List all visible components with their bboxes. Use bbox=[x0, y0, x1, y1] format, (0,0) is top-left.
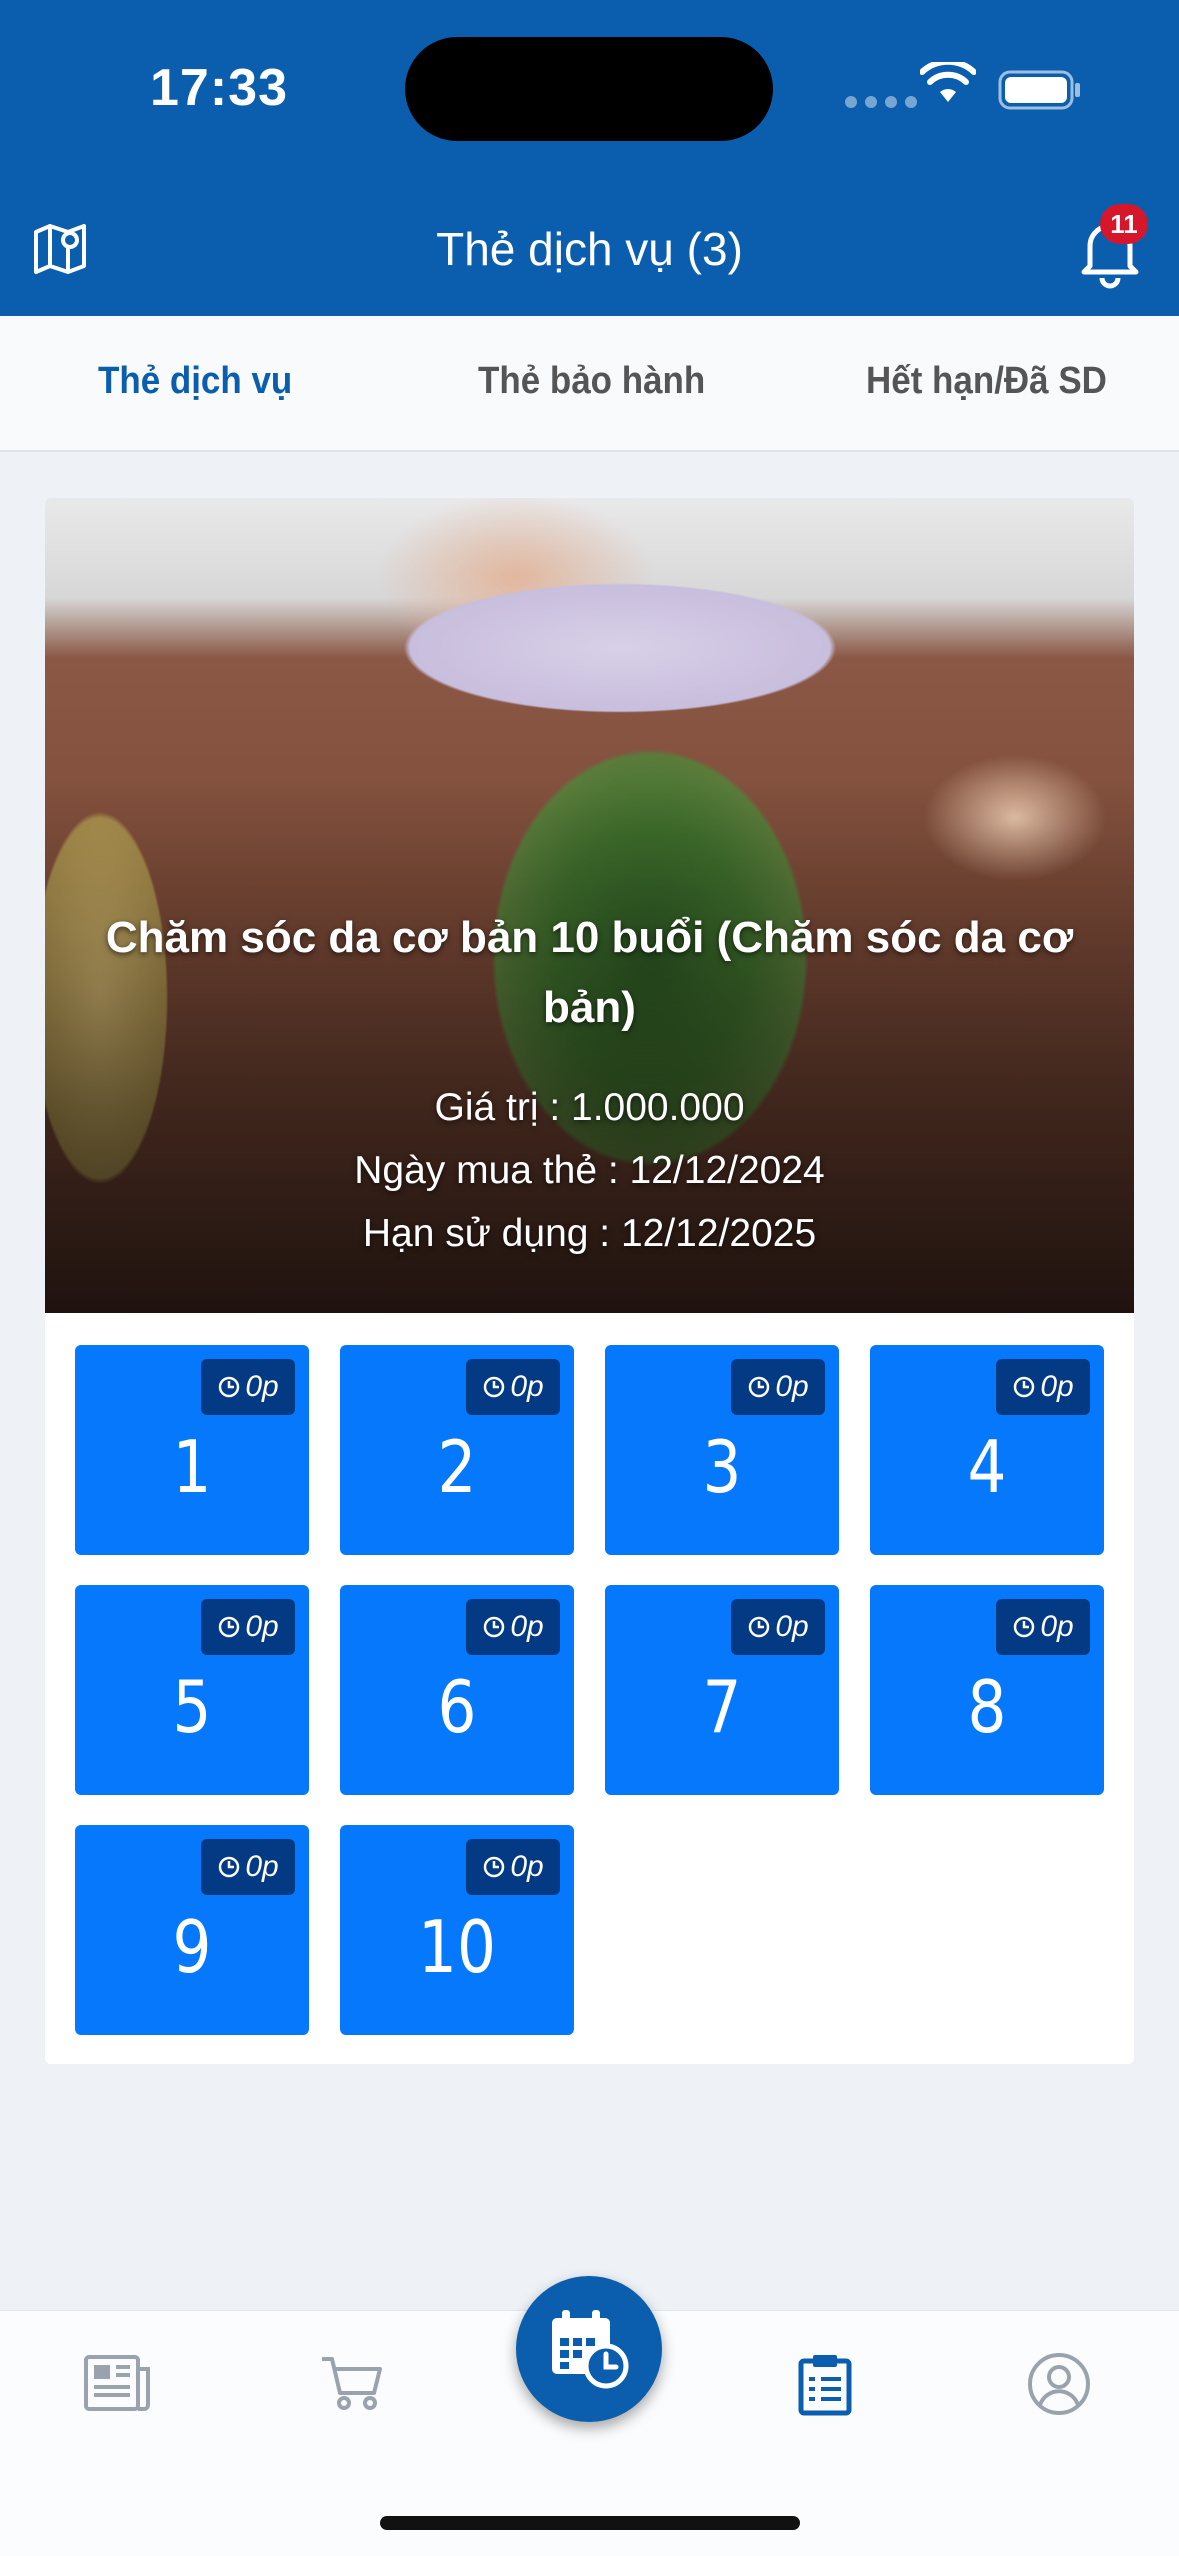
wifi-icon bbox=[920, 62, 976, 102]
session-duration: 0p bbox=[245, 1610, 279, 1643]
status-time: 17:33 bbox=[150, 59, 288, 117]
session-duration: 0p bbox=[245, 1850, 279, 1883]
session-duration: 0p bbox=[245, 1370, 279, 1403]
clipboard-icon[interactable] bbox=[795, 2351, 855, 2417]
session-duration: 0p bbox=[510, 1610, 544, 1643]
notification-badge: 11 bbox=[1100, 204, 1148, 244]
session-duration-badge: 0p bbox=[201, 1359, 295, 1415]
card-expiry-date: Hạn sử dụng : 12/12/2025 bbox=[362, 1212, 817, 1255]
session-number: 7 bbox=[702, 1665, 742, 1749]
app-root: 17:33 Thẻ dịch vụ (3) 11 Thẻ dịch vụ Thẻ… bbox=[0, 0, 1179, 2556]
tab-bar: Thẻ dịch vụ Thẻ bảo hành Hết hạn/Đã SD bbox=[0, 316, 1179, 452]
session-number: 10 bbox=[418, 1905, 496, 1989]
session-number: 2 bbox=[437, 1425, 477, 1509]
session-number: 5 bbox=[172, 1665, 212, 1749]
session-duration: 0p bbox=[1040, 1610, 1074, 1643]
session-duration: 0p bbox=[775, 1610, 809, 1643]
page-title: Thẻ dịch vụ (3) bbox=[436, 223, 743, 275]
session-number: 8 bbox=[967, 1665, 1007, 1749]
clock-icon bbox=[484, 1616, 505, 1638]
clock-icon bbox=[1014, 1616, 1035, 1638]
user-icon[interactable] bbox=[1026, 2351, 1092, 2417]
cellular-signal-icon bbox=[845, 96, 917, 108]
clock-icon bbox=[219, 1616, 240, 1638]
session-number: 9 bbox=[172, 1905, 212, 1989]
session-duration-badge: 0p bbox=[201, 1839, 295, 1895]
session-duration-badge: 0p bbox=[996, 1599, 1090, 1655]
card-value: Giá trị : 1.000.000 bbox=[434, 1086, 745, 1129]
clock-icon bbox=[749, 1616, 770, 1638]
booking-fab-button[interactable] bbox=[516, 2276, 662, 2422]
session-tile[interactable]: 0p 4 bbox=[870, 1345, 1104, 1555]
calendar-clock-icon bbox=[552, 2310, 629, 2389]
session-number: 6 bbox=[437, 1665, 477, 1749]
session-duration-badge: 0p bbox=[466, 1359, 560, 1415]
session-duration: 0p bbox=[510, 1850, 544, 1883]
session-duration-badge: 0p bbox=[201, 1599, 295, 1655]
clock-icon bbox=[749, 1376, 770, 1398]
tab-warranty-cards[interactable]: Thẻ bảo hành bbox=[478, 360, 705, 403]
home-indicator bbox=[380, 2516, 800, 2530]
news-icon[interactable] bbox=[82, 2351, 152, 2415]
session-tile[interactable]: 0p 9 bbox=[75, 1825, 309, 2035]
clock-icon bbox=[1014, 1376, 1035, 1398]
tab-service-cards[interactable]: Thẻ dịch vụ bbox=[98, 360, 292, 403]
session-number: 4 bbox=[967, 1425, 1007, 1509]
session-duration-badge: 0p bbox=[466, 1599, 560, 1655]
service-card[interactable]: Chăm sóc da cơ bản 10 buổi (Chăm sóc da … bbox=[45, 498, 1134, 2064]
session-duration-badge: 0p bbox=[731, 1359, 825, 1415]
session-tile[interactable]: 0p 10 bbox=[340, 1825, 574, 2035]
session-tile[interactable]: 0p 2 bbox=[340, 1345, 574, 1555]
session-duration-badge: 0p bbox=[466, 1839, 560, 1895]
session-duration: 0p bbox=[510, 1370, 544, 1403]
card-purchase-date: Ngày mua thẻ : 12/12/2024 bbox=[354, 1149, 825, 1192]
card-title: Chăm sóc da cơ bản 10 buổi (Chăm sóc da … bbox=[105, 913, 1074, 1032]
cart-icon[interactable] bbox=[318, 2351, 388, 2415]
session-tile[interactable]: 0p 3 bbox=[605, 1345, 839, 1555]
session-tile[interactable]: 0p 6 bbox=[340, 1585, 574, 1795]
session-duration-badge: 0p bbox=[996, 1359, 1090, 1415]
session-duration-badge: 0p bbox=[731, 1599, 825, 1655]
session-tile[interactable]: 0p 1 bbox=[75, 1345, 309, 1555]
session-number: 1 bbox=[172, 1425, 212, 1509]
session-tile[interactable]: 0p 8 bbox=[870, 1585, 1104, 1795]
session-duration: 0p bbox=[775, 1370, 809, 1403]
session-tile[interactable]: 0p 7 bbox=[605, 1585, 839, 1795]
clock-icon bbox=[219, 1856, 240, 1878]
tab-expired-used[interactable]: Hết hạn/Đã SD bbox=[866, 360, 1107, 403]
dynamic-island bbox=[405, 37, 773, 141]
clock-icon bbox=[484, 1856, 505, 1878]
session-tile[interactable]: 0p 5 bbox=[75, 1585, 309, 1795]
clock-icon bbox=[484, 1376, 505, 1398]
session-number: 3 bbox=[702, 1425, 742, 1509]
session-duration: 0p bbox=[1040, 1370, 1074, 1403]
clock-icon bbox=[219, 1376, 240, 1398]
battery-icon bbox=[998, 70, 1080, 110]
header: 17:33 Thẻ dịch vụ (3) 11 bbox=[0, 0, 1179, 316]
